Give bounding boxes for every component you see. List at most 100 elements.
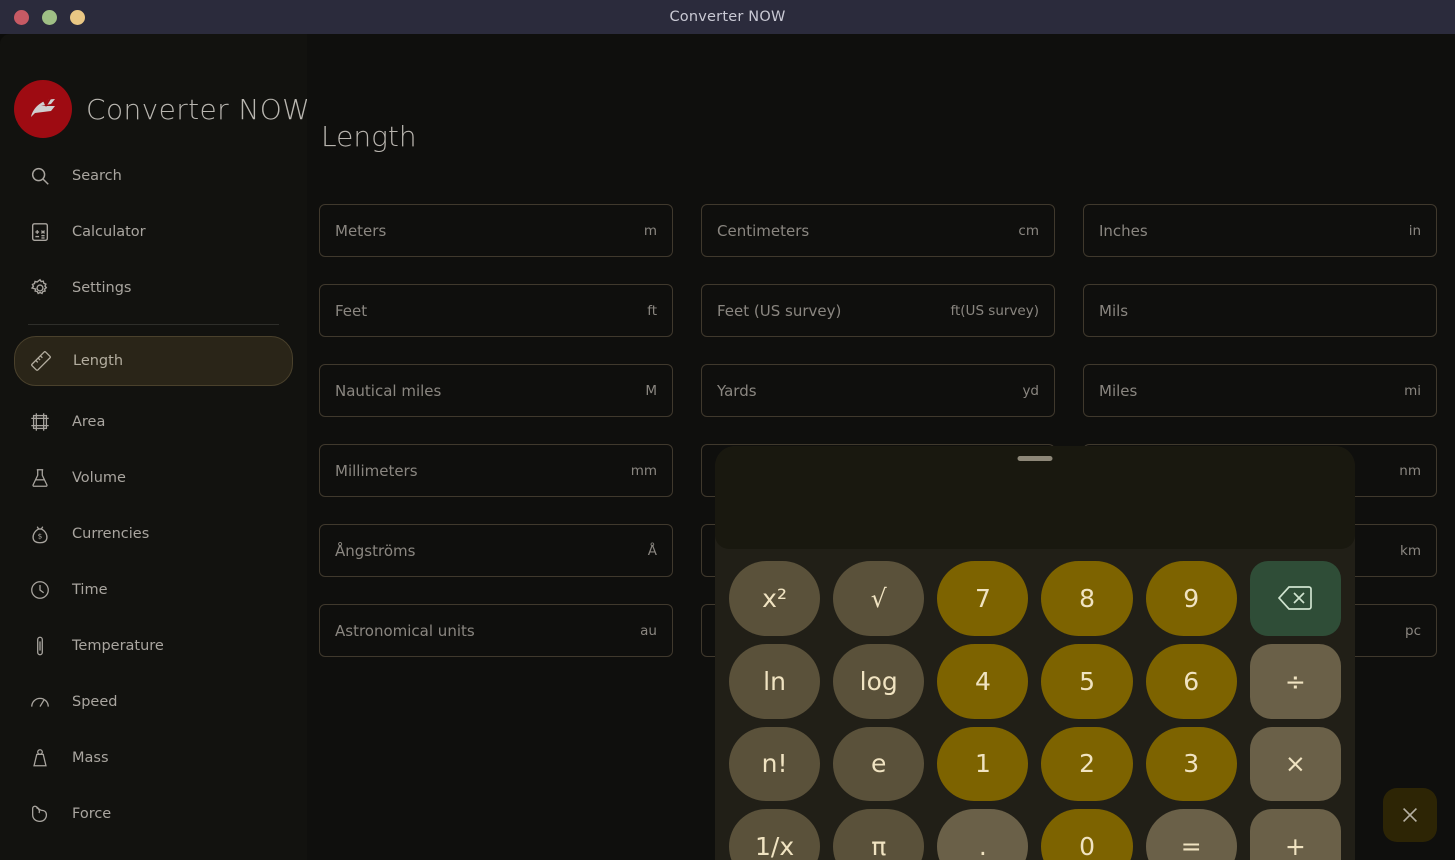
calc-key-4[interactable]: 4 xyxy=(937,643,1029,719)
close-icon xyxy=(1399,804,1421,826)
window-title: Converter NOW xyxy=(669,9,786,25)
sidebar-item-currencies[interactable]: $ Currencies xyxy=(14,514,293,554)
calc-key-square[interactable]: x² xyxy=(729,561,821,636)
area-icon xyxy=(28,410,52,434)
clock-icon xyxy=(28,578,52,602)
sidebar: Converter NOW Search Calculator Settings… xyxy=(0,34,307,860)
sidebar-item-label: Settings xyxy=(72,280,132,296)
gear-icon xyxy=(28,276,52,300)
unit-field-miles[interactable]: Miles mi xyxy=(1083,364,1437,417)
calc-key-1[interactable]: 1 xyxy=(937,726,1029,802)
unit-field-angstroms[interactable]: Ångströms Å xyxy=(319,524,673,577)
money-bag-icon: $ xyxy=(28,522,52,546)
unit-name: Feet (US survey) xyxy=(717,301,842,320)
calc-key-decimal[interactable]: . xyxy=(937,809,1029,860)
unit-field-feet-us-survey[interactable]: Feet (US survey) ft(US survey) xyxy=(701,284,1055,337)
sidebar-item-volume[interactable]: Volume xyxy=(14,458,293,498)
calc-key-5[interactable]: 5 xyxy=(1041,643,1133,719)
unit-name: Centimeters xyxy=(717,221,810,240)
calc-key-factorial[interactable]: n! xyxy=(729,726,821,802)
unit-field-meters[interactable]: Meters m xyxy=(319,204,673,257)
search-icon xyxy=(28,164,52,188)
sidebar-item-area[interactable]: Area xyxy=(14,402,293,442)
calc-key-2[interactable]: 2 xyxy=(1041,726,1133,802)
calc-key-6[interactable]: 6 xyxy=(1145,643,1237,719)
calc-key-ln[interactable]: ln xyxy=(729,643,821,719)
calc-key-sqrt[interactable]: √ xyxy=(833,561,925,636)
unit-name: Astronomical units xyxy=(335,621,475,640)
calc-key-0[interactable]: 0 xyxy=(1041,809,1133,860)
calc-key-log[interactable]: log xyxy=(833,643,925,719)
unit-field-yards[interactable]: Yards yd xyxy=(701,364,1055,417)
calc-key-backspace[interactable] xyxy=(1249,561,1341,636)
unit-symbol: ft(US survey) xyxy=(950,302,1039,319)
drag-handle-icon[interactable] xyxy=(1017,456,1053,461)
window-controls xyxy=(14,0,85,34)
sidebar-item-speed[interactable]: Speed xyxy=(14,682,293,722)
calc-key-pi[interactable]: π xyxy=(833,809,925,860)
calc-key-e[interactable]: e xyxy=(833,726,925,802)
brand-name: Converter NOW xyxy=(86,92,307,126)
thermometer-icon xyxy=(28,634,52,658)
sidebar-item-label: Time xyxy=(72,582,108,598)
unit-name: Nautical miles xyxy=(335,381,442,400)
backspace-icon xyxy=(1278,585,1313,611)
calc-key-plus[interactable]: + xyxy=(1249,809,1341,860)
calc-key-divide[interactable]: ÷ xyxy=(1249,643,1341,719)
calc-key-7[interactable]: 7 xyxy=(937,561,1029,636)
sidebar-item-label: Search xyxy=(72,168,122,184)
unit-name: Mils xyxy=(1099,301,1129,320)
unit-field-inches[interactable]: Inches in xyxy=(1083,204,1437,257)
unit-name: Feet xyxy=(335,301,368,320)
unit-name: Yards xyxy=(717,381,757,400)
unit-name: Miles xyxy=(1099,381,1138,400)
sidebar-item-temperature[interactable]: Temperature xyxy=(14,626,293,666)
close-calculator-button[interactable] xyxy=(1383,788,1437,842)
unit-name: Millimeters xyxy=(335,461,418,480)
main-content: Length Meters m Centimeters cm Inches in… xyxy=(307,34,1455,860)
sidebar-item-label: Mass xyxy=(72,750,109,766)
sidebar-item-force[interactable]: Force xyxy=(14,794,293,834)
unit-field-mils[interactable]: Mils xyxy=(1083,284,1437,337)
unit-field-centimeters[interactable]: Centimeters cm xyxy=(701,204,1055,257)
sidebar-item-mass[interactable]: Mass xyxy=(14,738,293,778)
window-maximize-button[interactable] xyxy=(70,9,85,25)
sidebar-item-time[interactable]: Time xyxy=(14,570,293,610)
sidebar-item-label: Area xyxy=(72,414,106,430)
window-minimize-button[interactable] xyxy=(42,9,57,25)
unit-field-feet[interactable]: Feet ft xyxy=(319,284,673,337)
calc-key-multiply[interactable]: × xyxy=(1249,726,1341,802)
sidebar-item-search[interactable]: Search xyxy=(14,156,293,196)
title-bar: Converter NOW xyxy=(0,0,1455,34)
sidebar-nav: Search Calculator Settings Length Area V… xyxy=(0,156,307,834)
unit-field-nautical-miles[interactable]: Nautical miles M xyxy=(319,364,673,417)
unit-symbol: M xyxy=(645,382,657,399)
svg-text:$: $ xyxy=(38,532,43,541)
app-logo-icon xyxy=(14,80,72,138)
sidebar-item-label: Speed xyxy=(72,694,118,710)
calc-key-equals[interactable]: = xyxy=(1145,809,1237,860)
unit-symbol: Å xyxy=(647,542,657,559)
sidebar-item-label: Calculator xyxy=(72,224,146,240)
sidebar-item-length[interactable]: Length xyxy=(14,336,293,386)
unit-symbol: pc xyxy=(1405,622,1421,639)
unit-symbol: au xyxy=(640,622,657,639)
unit-field-millimeters[interactable]: Millimeters mm xyxy=(319,444,673,497)
unit-name: Meters xyxy=(335,221,387,240)
sidebar-item-calculator[interactable]: Calculator xyxy=(14,212,293,252)
calculator-display[interactable] xyxy=(715,446,1355,549)
calc-key-9[interactable]: 9 xyxy=(1145,561,1237,636)
calc-key-reciprocal[interactable]: 1/x xyxy=(729,809,821,860)
unit-symbol: nm xyxy=(1399,462,1421,479)
calc-key-3[interactable]: 3 xyxy=(1145,726,1237,802)
app-window: Converter NOW Converter NOW Search Calcu… xyxy=(0,0,1455,860)
sidebar-item-settings[interactable]: Settings xyxy=(14,268,293,308)
window-close-button[interactable] xyxy=(14,9,29,25)
unit-symbol: ft xyxy=(647,302,657,319)
unit-symbol: yd xyxy=(1022,382,1039,399)
calc-key-8[interactable]: 8 xyxy=(1041,561,1133,636)
calculator-icon xyxy=(28,220,52,244)
sidebar-item-label: Length xyxy=(73,353,124,369)
unit-field-astronomical-units[interactable]: Astronomical units au xyxy=(319,604,673,657)
page-title: Length xyxy=(321,120,417,153)
